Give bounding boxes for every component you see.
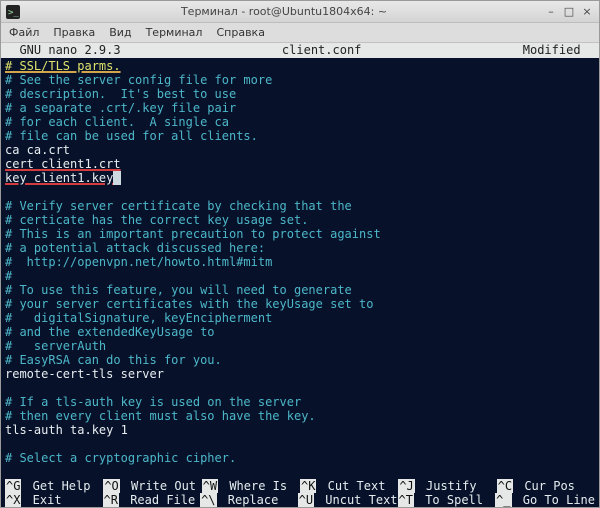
shortcut-item: ^R Read File [103,493,201,507]
shortcut-label: To Spell [414,493,483,507]
editor-line: ca ca.crt [5,143,595,157]
svg-text:>_: >_ [8,8,19,18]
shortcut-key: ^C [497,479,513,493]
shortcut-label: Justify [415,479,477,493]
maximize-icon: □ [564,5,574,18]
menubar: Файл Правка Вид Терминал Справка [1,23,599,43]
shortcut-item: ^W Where Is [202,479,300,493]
editor-line: # a potential attack discussed here: [5,241,595,255]
app-icon: >_ [5,4,21,20]
window-title: Терминал - root@Ubuntu1804x64: ~ [25,5,543,18]
minimize-icon: – [548,5,554,18]
nano-status-bar: GNU nano 2.9.3 client.conf Modified [1,43,599,58]
window-titlebar[interactable]: >_ Терминал - root@Ubuntu1804x64: ~ – □ … [1,1,599,23]
editor-line: # See the server config file for more [5,73,595,87]
terminal-viewport[interactable]: GNU nano 2.9.3 client.conf Modified # SS… [1,43,599,507]
editor-line: # digitalSignature, keyEncipherment [5,311,595,325]
editor-line: # then every client must also have the k… [5,409,595,423]
shortcut-item: ^G Get Help [5,479,103,493]
shortcut-key: ^\ [200,493,216,507]
editor-line: # Select a cryptographic cipher. [5,451,595,465]
editor-line: # certicate has the correct key usage se… [5,213,595,227]
shortcut-label: Get Help [21,479,90,493]
editor-line: # description. It's best to use [5,87,595,101]
shortcut-item: ^U Uncut Text [298,493,398,507]
nano-modified: Modified [523,43,599,58]
editor-line: # file can be used for all clients. [5,129,595,143]
shortcut-item: ^T To Spell [398,493,496,507]
menu-edit[interactable]: Правка [53,26,95,39]
menu-terminal[interactable]: Терминал [146,26,203,39]
editor-line: tls-auth ta.key 1 [5,423,595,437]
shortcut-item: ^O Write Out [103,479,201,493]
shortcut-item: ^J Justify [398,479,496,493]
shortcut-item: ^\ Replace [200,493,298,507]
editor-line: # [5,269,595,283]
shortcut-key: ^R [103,493,119,507]
shortcut-key: ^T [398,493,414,507]
shortcut-row: ^X Exit^R Read File^\ Replace^U Uncut Te… [1,493,599,507]
editor-line: # To use this feature, you will need to … [5,283,595,297]
editor-line: # http://openvpn.net/howto.html#mitm [5,255,595,269]
menu-view[interactable]: Вид [109,26,131,39]
editor-line: # SSL/TLS parms. [5,59,595,73]
editor-line: # your server certificates with the keyU… [5,297,595,311]
editor-line: # This is an important precaution to pro… [5,227,595,241]
shortcut-key: ^K [300,479,316,493]
editor-line: # EasyRSA can do this for you. [5,353,595,367]
nano-version: GNU nano 2.9.3 [1,43,121,58]
shortcut-label: Write Out [120,479,196,493]
editor-line [5,185,595,199]
shortcut-label: Go To Line [512,493,595,507]
shortcut-label: Exit [21,493,61,507]
shortcut-label: Cur Pos [513,479,575,493]
shortcut-key: ^O [103,479,119,493]
shortcut-label: Uncut Text [314,493,397,507]
shortcut-key: ^J [398,479,414,493]
editor-line [5,381,595,395]
maximize-button[interactable]: □ [561,4,577,20]
editor-area[interactable]: # SSL/TLS parms.# See the server config … [1,58,599,479]
shortcut-label: Where Is [218,479,287,493]
editor-line: # for each client. A single ca [5,115,595,129]
shortcut-label: Replace [217,493,279,507]
editor-line: key client1.key [5,171,595,185]
shortcut-key: ^X [5,493,21,507]
close-button[interactable]: × [579,4,595,20]
shortcut-item: ^C Cur Pos [497,479,595,493]
editor-line: cert client1.crt [5,157,595,171]
nano-filename: client.conf [121,43,523,58]
shortcut-label: Cut Text [316,479,385,493]
shortcut-key: ^U [298,493,314,507]
editor-line: # Verify server certificate by checking … [5,199,595,213]
shortcut-key: ^_ [495,493,511,507]
shortcut-label: Read File [119,493,195,507]
shortcut-item: ^X Exit [5,493,103,507]
shortcut-row: ^G Get Help^O Write Out^W Where Is^K Cut… [1,479,599,493]
menu-help[interactable]: Справка [216,26,264,39]
editor-line: # If a tls-auth key is used on the serve… [5,395,595,409]
nano-shortcut-bar: ^G Get Help^O Write Out^W Where Is^K Cut… [1,479,599,507]
shortcut-key: ^G [5,479,21,493]
shortcut-item: ^K Cut Text [300,479,398,493]
menu-file[interactable]: Файл [9,26,39,39]
close-icon: × [582,5,591,18]
editor-line: # serverAuth [5,339,595,353]
editor-line [5,437,595,451]
editor-line: # a separate .crt/.key file pair [5,101,595,115]
shortcut-item: ^_ Go To Line [495,493,595,507]
editor-line: remote-cert-tls server [5,367,595,381]
terminal-window: >_ Терминал - root@Ubuntu1804x64: ~ – □ … [0,0,600,508]
shortcut-key: ^W [202,479,218,493]
editor-line: # and the extendedKeyUsage to [5,325,595,339]
minimize-button[interactable]: – [543,4,559,20]
